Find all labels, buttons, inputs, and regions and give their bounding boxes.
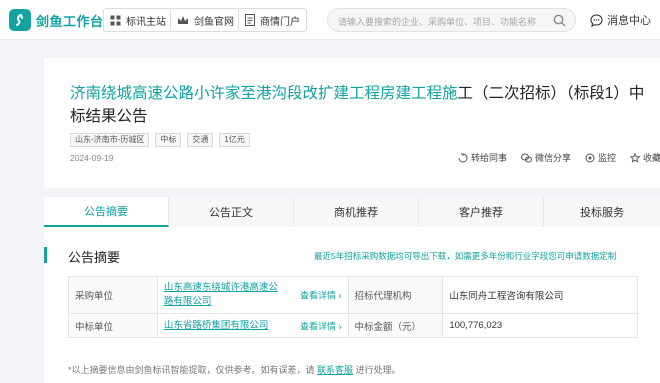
tab-customers[interactable]: 客户推荐: [419, 197, 544, 227]
forward-button[interactable]: 转给同事: [458, 151, 507, 164]
contact-support-link[interactable]: 联系客服: [317, 365, 353, 375]
purchaser-cell: 山东高速东绕城许港高速公路有限公司 查看详情 ›: [158, 277, 349, 313]
tag-amount[interactable]: 1亿元: [219, 133, 250, 147]
publish-date: 2024-09-19: [70, 153, 114, 163]
winner-cell: 山东省路桥集团有限公司 查看详情 ›: [158, 314, 349, 337]
favorite-label: 收藏: [643, 153, 660, 163]
monitor-label: 监控: [598, 153, 617, 163]
section-marker: [44, 247, 47, 263]
agency-value: 山东同舟工程咨询有限公司: [443, 277, 639, 313]
search-placeholder: 请输入要搜索的企业、采购单位、项目、功能名称: [338, 17, 537, 27]
notice-header-card: 济南绕城高速公路小许家至港沟段改扩建工程房建工程施工（二次招标）（标段1）中标结…: [44, 58, 660, 188]
tab-bar: 公告摘要 公告正文 商机推荐 客户推荐 投标服务: [44, 197, 660, 227]
content-card: 公告摘要 公告正文 商机推荐 客户推荐 投标服务 公告摘要 最近5年招标采购数据…: [44, 197, 660, 383]
disclaimer: *以上摘要信息由剑鱼标讯智能提取，仅供参考。如有误差，请 联系客服 进行处理。: [68, 363, 401, 376]
nav-label: 剑鱼官网: [194, 16, 234, 28]
tag-type[interactable]: 中标: [155, 133, 182, 147]
table-row: 采购单位 山东高速东绕城许港高速公路有限公司 查看详情 › 招标代理机构 山东同…: [69, 277, 639, 314]
top-bar: 剑鱼工作台 标讯主站 剑鱼官网 商情门户 请输入要搜索的企业、采购单位、项目、功…: [0, 0, 660, 40]
section-title: 公告摘要: [68, 250, 121, 265]
nav-label: 商情门户: [260, 16, 300, 28]
table-row: 中标单位 山东省路桥集团有限公司 查看详情 › 中标金额（元） 100,776,…: [69, 314, 639, 338]
winner-details-link[interactable]: 查看详情 ›: [300, 319, 342, 332]
action-bar: 转给同事 微信分享 监控 收藏: [458, 151, 660, 164]
document-icon: [245, 14, 255, 26]
logo[interactable]: 剑鱼工作台: [9, 9, 104, 31]
tab-body[interactable]: 公告正文: [169, 197, 294, 227]
title-highlight: 济南绕城高速公路小许家至港沟段改扩建工程房建工程施: [70, 85, 458, 102]
search-icon[interactable]: [553, 14, 566, 30]
forward-icon: [458, 153, 468, 163]
winner-label: 中标单位: [69, 314, 158, 337]
purchaser-label: 采购单位: [69, 277, 158, 313]
tag-list: 山东-济南市-历城区 中标 交通 1亿元: [70, 133, 256, 147]
tag-region[interactable]: 山东-济南市-历城区: [70, 133, 150, 147]
tab-bid-services[interactable]: 投标服务: [544, 197, 660, 227]
tag-industry[interactable]: 交通: [187, 133, 214, 147]
logo-text: 剑鱼工作台: [36, 13, 104, 29]
tab-opportunities[interactable]: 商机推荐: [294, 197, 419, 227]
favorite-button[interactable]: 收藏: [630, 151, 660, 164]
monitor-button[interactable]: 监控: [585, 151, 616, 164]
nav-jianyu-site-button[interactable]: 剑鱼官网: [170, 8, 241, 32]
monitor-icon: [585, 153, 595, 163]
grid-icon: [110, 15, 121, 26]
wechat-icon: [521, 153, 533, 163]
star-icon: [630, 152, 641, 163]
award-amount-value: 100,776,023: [443, 314, 639, 337]
wechat-share-button[interactable]: 微信分享: [521, 151, 571, 164]
wechat-share-label: 微信分享: [535, 153, 572, 163]
purchaser-details-link[interactable]: 查看详情 ›: [300, 289, 342, 302]
crown-icon: [177, 15, 189, 26]
logo-icon: [9, 9, 31, 31]
disclaimer-text: *以上摘要信息由剑鱼标讯智能提取，仅供参考。如有误差，请: [68, 365, 315, 375]
chat-icon: [590, 13, 603, 27]
award-amount-label: 中标金额（元）: [348, 314, 444, 337]
nav-label: 标讯主站: [126, 16, 166, 28]
message-center-button[interactable]: 消息中心: [590, 12, 651, 28]
tab-summary[interactable]: 公告摘要: [44, 197, 169, 227]
nav-biaoxun-button[interactable]: 标讯主站: [103, 8, 173, 32]
export-data-link[interactable]: 最近5年招标采购数据均可导出下载，如需更多年份和行业字段您可申请数据定制: [314, 250, 616, 262]
details-label: 查看详情: [300, 321, 337, 331]
search-input[interactable]: 请输入要搜索的企业、采购单位、项目、功能名称: [327, 8, 576, 32]
purchaser-link[interactable]: 山东高速东绕城许港高速公路有限公司: [164, 281, 282, 309]
summary-table: 采购单位 山东高速东绕城许港高速公路有限公司 查看详情 › 招标代理机构 山东同…: [68, 276, 639, 338]
winner-link[interactable]: 山东省路桥集团有限公司: [164, 319, 269, 333]
details-label: 查看详情: [300, 290, 337, 301]
forward-label: 转给同事: [471, 153, 508, 163]
page-title: 济南绕城高速公路小许家至港沟段改扩建工程房建工程施工（二次招标）（标段1）中标结…: [70, 82, 655, 128]
message-center-label: 消息中心: [607, 15, 651, 27]
disclaimer-end: 进行处理。: [355, 365, 401, 375]
nav-portal-button[interactable]: 商情门户: [238, 8, 307, 32]
agency-label: 招标代理机构: [348, 277, 444, 313]
